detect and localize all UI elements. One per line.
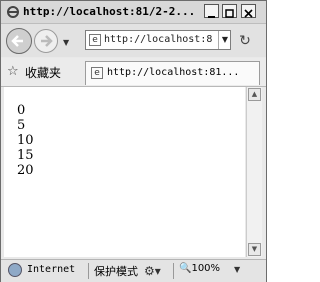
page-icon: e [89,34,101,46]
minimize-button[interactable] [204,4,219,18]
settings-icon[interactable]: ⚙▾ [144,262,166,280]
close-icon [244,9,253,18]
protected-mode-status[interactable]: 保护模式 [94,263,138,279]
output-line: 0 [17,103,26,118]
back-arrow-icon [11,35,23,47]
output-line: 10 [17,133,34,148]
browser-window: http://localhost:81/2-2... ▼ e http://lo… [0,0,267,282]
maximize-button[interactable] [222,4,237,18]
status-divider [88,263,89,279]
ie-logo-icon [7,6,19,18]
forward-button[interactable] [34,29,58,53]
scroll-up-icon[interactable]: ▲ [248,88,261,101]
close-button[interactable] [241,4,256,18]
tab-title: http://localhost:81... [107,67,240,78]
status-bar: Internet 保护模式 ⚙▾ 🔍100% ▼ [1,259,266,282]
address-bar[interactable]: e http://localhost:8 ▼ [85,30,231,50]
title-bar: http://localhost:81/2-2... [1,1,266,24]
globe-icon [8,263,22,277]
minimize-icon [208,16,215,18]
window-title: http://localhost:81/2-2... [23,5,196,18]
address-input[interactable]: http://localhost:8 [104,34,214,45]
zoom-level[interactable]: 🔍100% [179,263,220,274]
recent-pages-dropdown[interactable]: ▼ [63,38,69,47]
output-line: 5 [17,118,26,133]
tab-page-icon: e [91,67,103,79]
favorites-bar: ☆ 收藏夹 e http://localhost:81... [1,58,266,87]
back-button[interactable] [6,28,32,54]
favorites-star-icon[interactable]: ☆ [7,64,19,79]
output-list: 0 5 10 15 20 [17,103,34,178]
security-zone: Internet [27,264,76,275]
vertical-scrollbar[interactable]: ▲ ▼ [246,87,262,257]
navigation-bar: ▼ e http://localhost:8 ▼ ↻ [1,24,266,57]
zoom-value: 100% [191,263,221,274]
output-line: 15 [17,148,34,163]
favorites-button[interactable]: 收藏夹 [25,64,61,81]
output-line: 20 [17,163,34,178]
address-dropdown-icon[interactable]: ▼ [218,31,231,49]
zoom-dropdown-icon[interactable]: ▼ [234,265,240,274]
forward-arrow-icon [41,35,53,47]
tab-current[interactable]: e http://localhost:81... [85,61,260,85]
scroll-down-icon[interactable]: ▼ [248,243,261,256]
refresh-icon[interactable]: ↻ [236,32,254,50]
maximize-icon [225,9,234,18]
status-divider [173,263,174,279]
page-content: 0 5 10 15 20 [4,87,245,257]
